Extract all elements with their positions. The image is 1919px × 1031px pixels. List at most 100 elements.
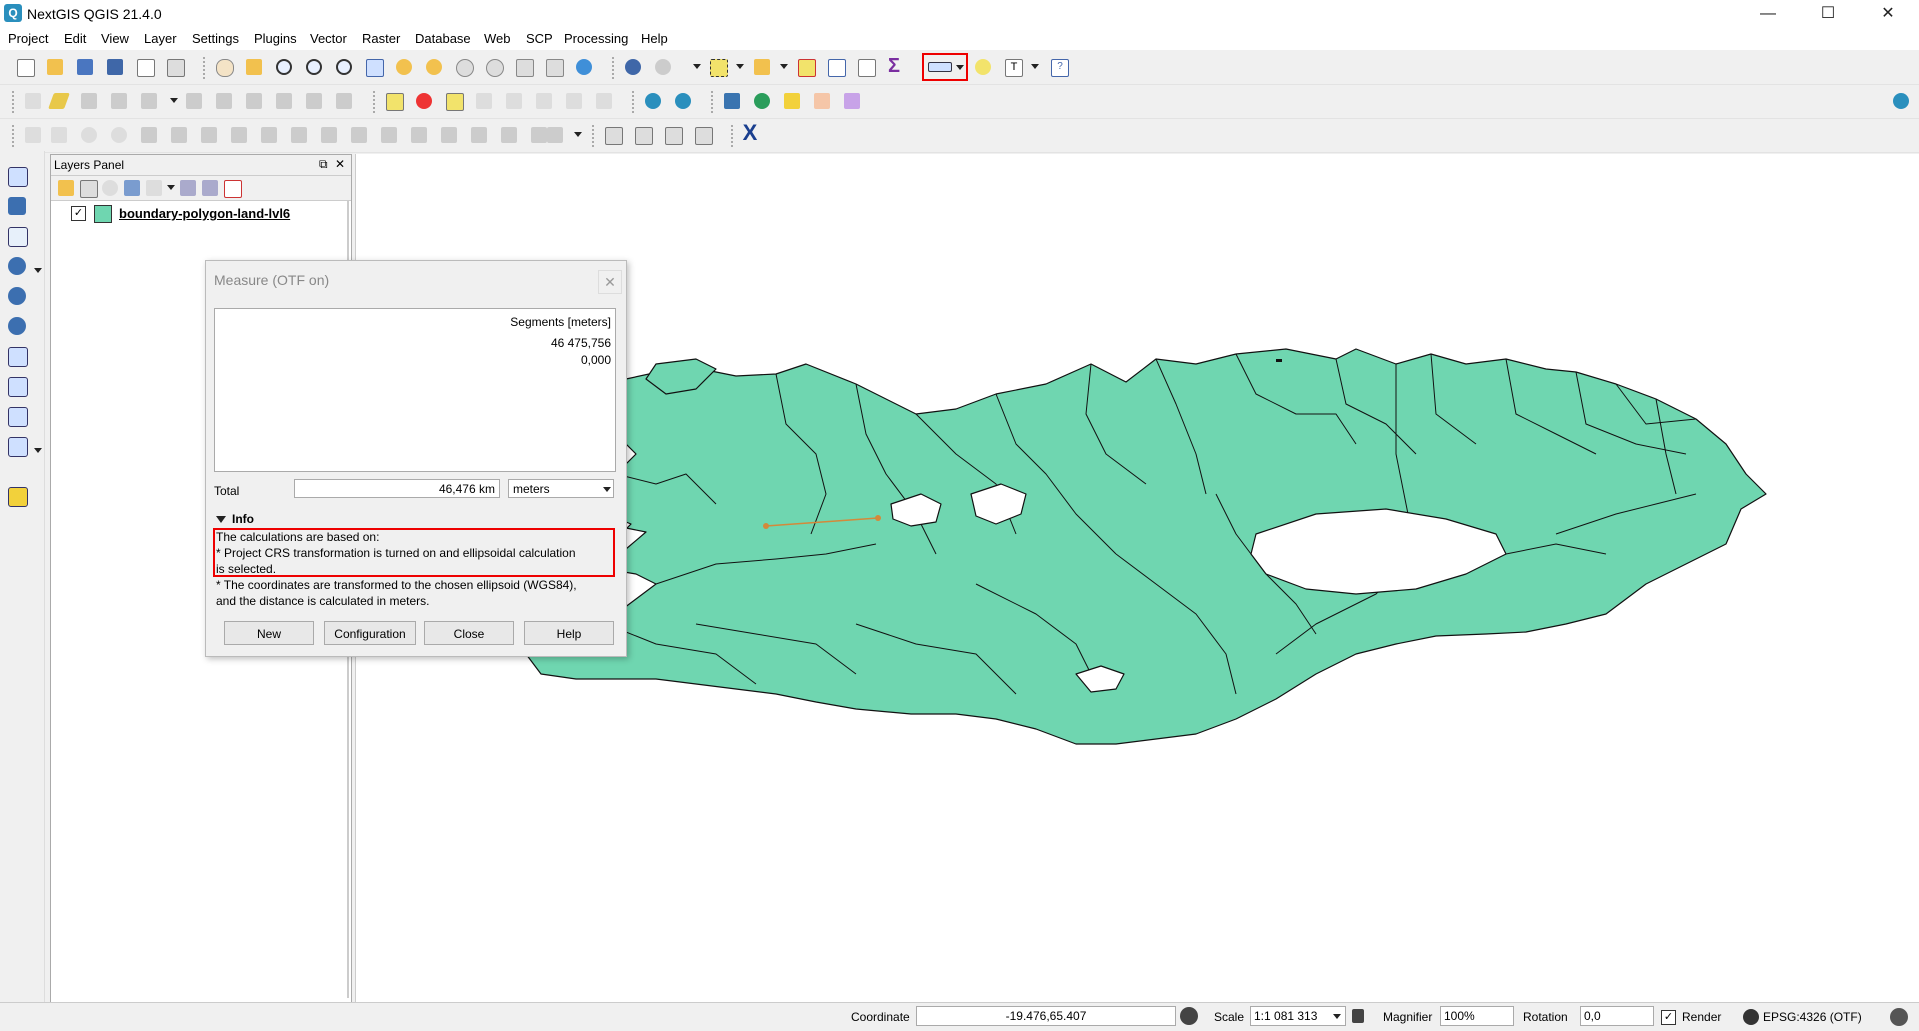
add-polygon-icon[interactable] (108, 90, 130, 112)
info-section-toggle[interactable]: Info (216, 512, 254, 526)
add-wms-layer-icon[interactable] (6, 285, 28, 307)
menu-web[interactable]: Web (484, 31, 511, 46)
feature-action-icon[interactable] (652, 56, 674, 78)
total-value-field[interactable]: 46,476 km (294, 479, 500, 498)
redo-icon[interactable] (108, 124, 130, 146)
undo-icon[interactable] (78, 124, 100, 146)
quickwkt-icon[interactable] (781, 90, 803, 112)
measure-line-icon[interactable] (922, 53, 968, 81)
chevron-down-icon[interactable] (1333, 1014, 1341, 1019)
enable-tracing-icon[interactable] (48, 124, 70, 146)
menu-edit[interactable]: Edit (64, 31, 86, 46)
copy-features-icon[interactable] (303, 90, 325, 112)
layer-visibility-checkbox[interactable]: ✓ (71, 206, 86, 221)
menu-scp[interactable]: SCP (526, 31, 553, 46)
split-parts-icon[interactable] (438, 124, 460, 146)
add-virtual-layer-icon[interactable] (6, 405, 28, 427)
save-project-icon[interactable] (74, 56, 96, 78)
menu-help[interactable]: Help (641, 31, 668, 46)
chevron-down-icon[interactable] (956, 65, 964, 70)
render-checkbox[interactable]: ✓ (1661, 1010, 1676, 1025)
vertex-edit-icon[interactable] (692, 124, 714, 146)
vertex-delete-icon[interactable] (662, 124, 684, 146)
processing-toolbox-icon[interactable] (751, 90, 773, 112)
help-button[interactable]: Help (524, 621, 614, 645)
python-console-icon[interactable] (721, 90, 743, 112)
close-icon[interactable]: ✕ (335, 157, 345, 171)
grid-tool-icon[interactable] (841, 90, 863, 112)
expand-all-icon[interactable] (177, 177, 199, 199)
add-spatialite-icon[interactable] (6, 375, 28, 397)
split-features-icon[interactable] (408, 124, 430, 146)
save-edits-icon[interactable] (78, 90, 100, 112)
toolbar-grip[interactable] (711, 91, 717, 113)
zoom-full-icon[interactable] (363, 56, 385, 78)
chevron-down-icon[interactable] (167, 185, 175, 190)
georeferencer-icon[interactable] (811, 90, 833, 112)
vertex-move-icon[interactable] (632, 124, 654, 146)
change-label-icon[interactable] (593, 90, 615, 112)
chevron-down-icon[interactable] (574, 132, 582, 137)
close-button[interactable]: Close (424, 621, 514, 645)
pin-labels-icon[interactable] (473, 90, 495, 112)
highlight-pinned-labels-icon[interactable] (443, 90, 465, 112)
chevron-down-icon[interactable] (1031, 64, 1039, 69)
merge-attributes-icon[interactable] (498, 124, 520, 146)
merge-features-icon[interactable] (468, 124, 490, 146)
chevron-down-icon[interactable] (736, 64, 744, 69)
simplify-feature-icon[interactable] (168, 124, 190, 146)
toolbar-grip[interactable] (632, 91, 638, 113)
create-memory-layer-icon[interactable] (6, 485, 28, 507)
move-feature-icon[interactable] (213, 90, 235, 112)
save-as-icon[interactable] (104, 56, 126, 78)
remove-layer-icon[interactable] (221, 177, 243, 199)
offset-curve-icon[interactable] (378, 124, 400, 146)
reshape-features-icon[interactable] (348, 124, 370, 146)
chevron-down-icon[interactable] (780, 64, 788, 69)
select-by-expression-icon[interactable] (751, 56, 773, 78)
chevron-down-icon[interactable] (34, 448, 42, 453)
close-window-button[interactable]: ✕ (1865, 0, 1911, 28)
close-x-plugin-icon[interactable]: X (741, 122, 763, 146)
vertex-tool-icon[interactable] (138, 90, 160, 112)
identify-features-icon[interactable] (622, 56, 644, 78)
chevron-down-icon[interactable] (693, 64, 701, 69)
refresh-icon[interactable] (573, 56, 595, 78)
nextgis-web-icon[interactable] (672, 90, 694, 112)
toolbar-grip[interactable] (203, 57, 209, 79)
menu-database[interactable]: Database (415, 31, 471, 46)
modify-attributes-icon[interactable] (183, 90, 205, 112)
minimize-button[interactable]: — (1745, 0, 1791, 28)
offset-point-symbols-icon[interactable] (544, 124, 566, 146)
add-raster-layer-icon[interactable] (6, 195, 28, 217)
field-calculator-icon[interactable] (855, 56, 877, 78)
toolbar-grip[interactable] (592, 125, 598, 147)
configuration-button[interactable]: Configuration (324, 621, 416, 645)
menu-settings[interactable]: Settings (192, 31, 239, 46)
nextgis-connect-icon[interactable] (642, 90, 664, 112)
fill-ring-icon[interactable] (258, 124, 280, 146)
move-label-icon[interactable] (533, 90, 555, 112)
text-annotation-icon[interactable]: T (1002, 56, 1024, 78)
attribute-table-icon[interactable] (825, 56, 847, 78)
deselect-all-icon[interactable] (795, 56, 817, 78)
zoom-to-layer-icon[interactable] (423, 56, 445, 78)
rotate-feature-icon[interactable] (138, 124, 160, 146)
menu-vector[interactable]: Vector (310, 31, 347, 46)
paste-features-icon[interactable] (333, 90, 355, 112)
toolbar-grip[interactable] (373, 91, 379, 113)
map-tips-icon[interactable] (972, 56, 994, 78)
menu-processing[interactable]: Processing (564, 31, 628, 46)
add-wcs-layer-icon[interactable] (6, 345, 28, 367)
filter-by-expression-icon[interactable] (143, 177, 165, 199)
add-wfs-layer-icon[interactable] (6, 315, 28, 337)
units-dropdown[interactable]: meters (508, 479, 614, 498)
lock-scale-icon[interactable] (1352, 1009, 1364, 1023)
scale-combobox[interactable]: 1:1 081 313 (1250, 1006, 1346, 1026)
new-project-icon[interactable] (14, 56, 36, 78)
whats-this-icon[interactable]: ? (1048, 56, 1070, 78)
crs-globe-icon[interactable] (1743, 1009, 1759, 1025)
new-shapefile-icon[interactable] (6, 435, 28, 457)
menu-plugins[interactable]: Plugins (254, 31, 297, 46)
menu-raster[interactable]: Raster (362, 31, 400, 46)
